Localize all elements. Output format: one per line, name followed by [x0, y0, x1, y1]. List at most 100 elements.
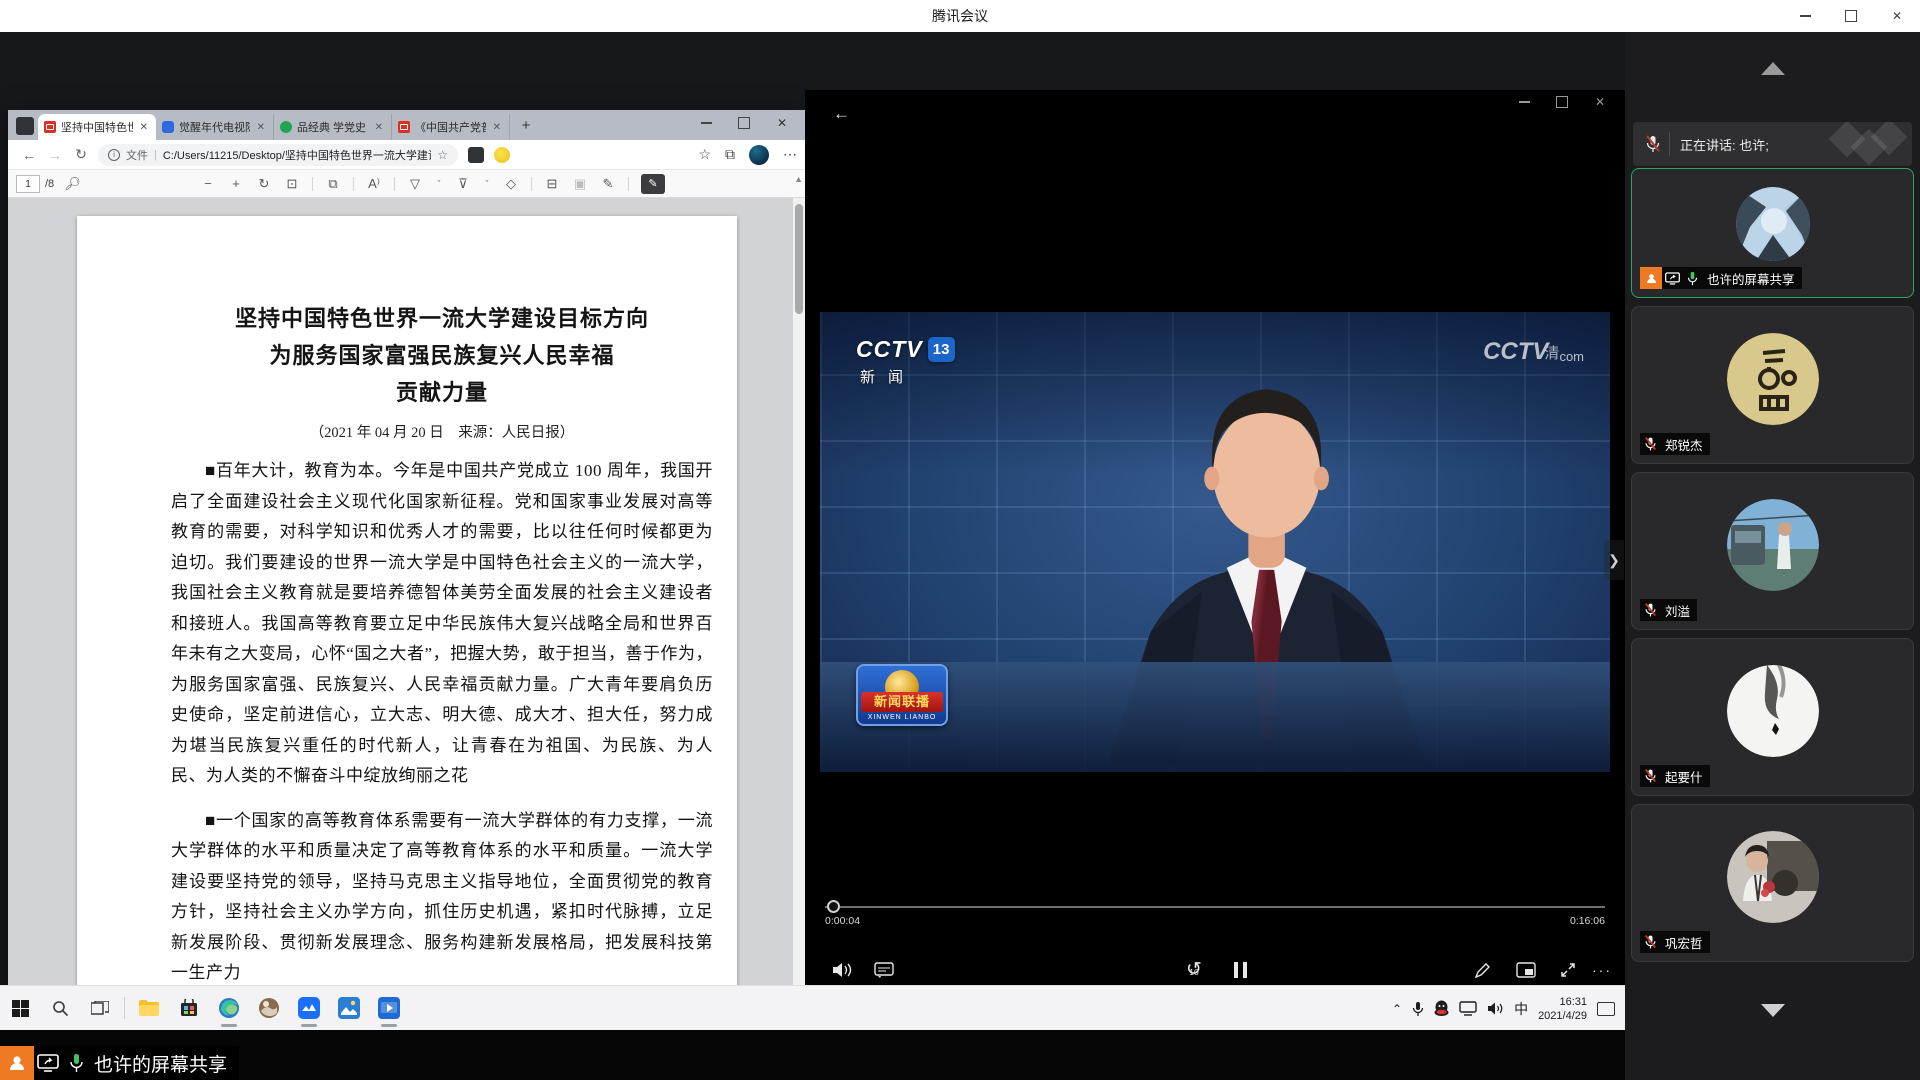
scroll-up-icon[interactable]: ▲ [794, 174, 803, 184]
search-icon[interactable] [40, 988, 80, 1028]
minimize-button[interactable] [1782, 0, 1828, 32]
browser-tab-4[interactable]: 《中国共产党普通高等 ✕ [392, 114, 510, 140]
rotate-icon[interactable]: ↻ [256, 176, 272, 192]
start-button[interactable] [0, 988, 40, 1028]
close-button[interactable] [1874, 0, 1920, 32]
more-options-icon[interactable]: ··· [1585, 955, 1619, 985]
video-close-button[interactable] [1581, 90, 1619, 114]
participant-label: 郑锐杰 [1640, 433, 1710, 455]
rewind-10-button[interactable]: ↺10 [1177, 955, 1211, 985]
extension-icon-yellow[interactable] [494, 147, 510, 163]
tencent-meeting-icon[interactable] [289, 988, 329, 1028]
tab-title: 觉醒年代电视陈北李 相 [179, 119, 250, 135]
movies-tv-icon[interactable] [369, 988, 409, 1028]
photo-app-icon[interactable] [249, 988, 289, 1028]
program-name: 新闻联播 [861, 692, 943, 712]
scroll-up-arrow[interactable] [1761, 62, 1785, 75]
video-player-window: ← [805, 90, 1625, 985]
participant-tile-2[interactable]: 郑锐杰 [1631, 306, 1914, 464]
notification-center-icon[interactable] [1597, 1002, 1615, 1016]
profile-avatar[interactable] [749, 145, 769, 165]
pdf-page-input[interactable]: 1 [16, 175, 40, 193]
tray-clock[interactable]: 16:31 2021/4/29 [1538, 995, 1587, 1023]
pdf-search-icon[interactable]: 🔎︎ [64, 176, 80, 192]
tab-close-icon[interactable]: ✕ [255, 122, 267, 133]
pdf-scrollbar[interactable] [793, 198, 805, 985]
photos-icon[interactable] [329, 988, 369, 1028]
ime-indicator[interactable]: 中 [1514, 999, 1528, 1019]
panel-collapse-chevron[interactable]: ❯ [1604, 540, 1624, 580]
tray-expand-icon[interactable]: ⌃ [1392, 1002, 1402, 1016]
cast-display-icon[interactable] [1459, 1001, 1477, 1016]
new-tab-button[interactable]: + [514, 113, 538, 137]
forward-icon[interactable]: → [42, 147, 68, 163]
qq-icon[interactable] [1434, 1000, 1449, 1017]
mini-player-icon[interactable] [1509, 955, 1543, 985]
favorites-icon[interactable]: ☆ [698, 146, 711, 163]
draw-pen-dropdown-icon[interactable]: ˇ [483, 179, 491, 189]
task-view-icon[interactable] [80, 988, 120, 1028]
video-maximize-button[interactable] [1543, 90, 1581, 114]
draw-pen-icon[interactable]: ⊽ [455, 176, 471, 192]
watermark-cn: 清 [1544, 342, 1559, 363]
tab-close-icon[interactable]: ✕ [491, 122, 503, 133]
extension-icon-dark[interactable] [468, 147, 484, 163]
tray-mic-icon[interactable] [1412, 1001, 1424, 1017]
video-minimize-button[interactable] [1505, 90, 1543, 114]
page-view-icon[interactable]: ⧉ [325, 176, 341, 192]
browser-menu-icon[interactable]: ⋯ [783, 146, 797, 163]
save-icon[interactable]: ▣ [572, 176, 588, 192]
refresh-icon[interactable]: ↻ [68, 146, 94, 163]
participant-tile-4[interactable]: 起要什 [1631, 638, 1914, 796]
scroll-down-arrow[interactable] [1761, 1004, 1785, 1017]
toolbar-pin-button[interactable]: ✎ [641, 174, 665, 194]
browser-minimize-button[interactable] [687, 110, 725, 136]
eraser-icon[interactable]: ◇ [503, 176, 519, 192]
back-icon[interactable]: ← [16, 147, 42, 163]
zoom-out-icon[interactable]: − [200, 176, 216, 191]
page-info-icon[interactable]: i [108, 149, 120, 161]
video-window-controls [1505, 90, 1619, 114]
subtitles-icon[interactable] [867, 955, 901, 985]
channel-number: 13 [928, 337, 955, 362]
edge-icon[interactable] [209, 988, 249, 1028]
tab-close-icon[interactable]: ✕ [373, 122, 385, 133]
tab-title: 品经典 学党史 悟思想- [297, 119, 368, 135]
speaker-icon[interactable] [1487, 1001, 1504, 1016]
mic-active-icon [1682, 267, 1702, 289]
address-input[interactable]: i 文件 | C:/Users/11215/Desktop/坚持中国特色世界一流… [98, 144, 458, 166]
pause-button[interactable] [1223, 955, 1257, 985]
participant-tile-5[interactable]: 巩宏哲 [1631, 804, 1914, 962]
video-progress-bar[interactable] [825, 906, 1605, 908]
pdf-scrollbar-thumb[interactable] [795, 204, 803, 314]
print-icon[interactable]: ⊟ [544, 176, 560, 192]
tab-actions-icon[interactable] [16, 117, 34, 135]
save-as-icon[interactable]: ✎ [600, 176, 616, 192]
volume-icon[interactable] [825, 955, 859, 985]
screen-share-icon [1662, 267, 1682, 289]
browser-close-button[interactable] [763, 110, 801, 136]
edit-pen-icon[interactable] [1465, 955, 1499, 985]
mic-muted-icon [1640, 931, 1660, 953]
fit-page-icon[interactable]: ⊡ [284, 176, 300, 192]
progress-handle[interactable] [827, 900, 840, 913]
file-explorer-icon[interactable] [129, 988, 169, 1028]
browser-tab-3[interactable]: 品经典 学党史 悟思想- ✕ [274, 114, 392, 140]
maximize-button[interactable] [1828, 0, 1874, 32]
video-frame[interactable]: CCTV 13 新闻 CCTV 清 com 新闻联播 XINWEN LIANBO [820, 312, 1610, 772]
tab-close-icon[interactable]: ✕ [138, 122, 150, 133]
fullscreen-icon[interactable] [1551, 955, 1585, 985]
browser-tab-1[interactable]: 坚持中国特色世界一流 ✕ [38, 114, 156, 140]
participant-tile-1[interactable]: 也许的屏幕共享 [1631, 168, 1914, 298]
back-arrow-icon[interactable]: ← [833, 104, 850, 124]
bookmark-star-icon[interactable]: ☆ [437, 148, 448, 162]
browser-tab-2[interactable]: 觉醒年代电视陈北李 相 ✕ [156, 114, 274, 140]
highlighter-dropdown-icon[interactable]: ˇ [435, 179, 443, 189]
read-aloud-icon[interactable]: A⁾ [366, 176, 382, 192]
highlighter-icon[interactable]: ▽ [407, 176, 423, 192]
collections-icon[interactable]: ⧉ [725, 146, 735, 163]
participant-tile-3[interactable]: 刘溢 [1631, 472, 1914, 630]
zoom-in-icon[interactable]: + [228, 176, 244, 191]
microsoft-store-icon[interactable] [169, 988, 209, 1028]
browser-maximize-button[interactable] [725, 110, 763, 136]
